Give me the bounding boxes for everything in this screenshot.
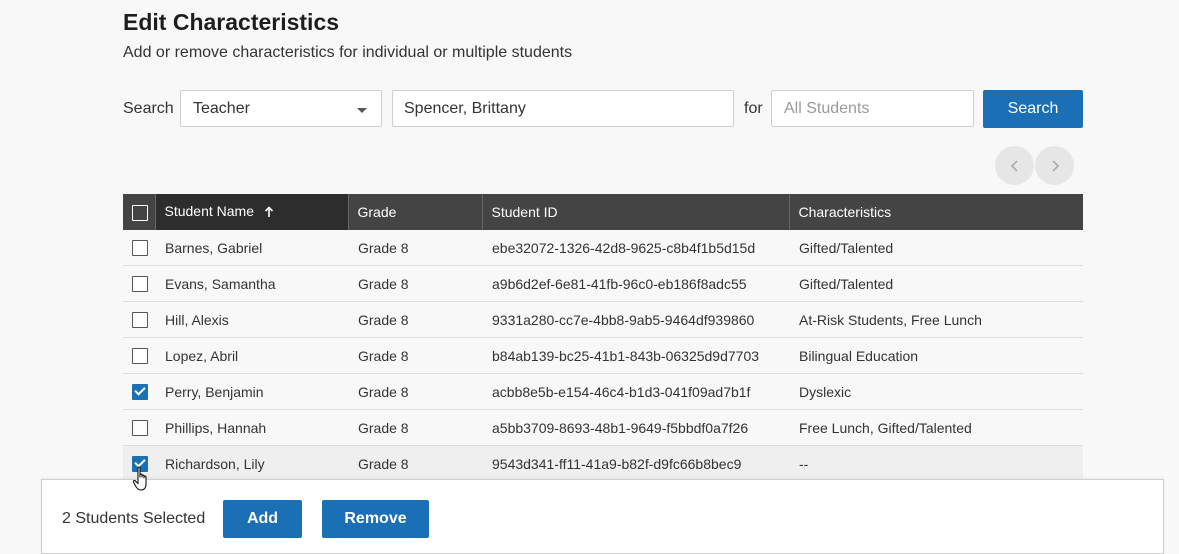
prev-page-button[interactable] [995,146,1034,185]
characteristics-cell: Dyslexic [789,373,1083,410]
for-label: for [744,100,763,117]
search-query-input[interactable] [392,90,734,127]
page-title: Edit Characteristics [123,9,340,35]
search-button[interactable]: Search [983,90,1083,128]
student-id-cell: 9543d341-ff11-41a9-b82f-d9fc66b8bec9 [482,445,789,482]
grade-cell: Grade 8 [348,373,482,410]
selection-action-bar: 2 Students Selected Add Remove [41,479,1164,554]
student-id-cell: a5bb3709-8693-48b1-9649-f5bbdf0a7f26 [482,409,789,446]
row-select-cell [123,265,155,302]
chevron-down-icon [357,108,367,113]
characteristics-cell: Gifted/Talented [789,230,1083,266]
header-grade[interactable]: Grade [347,194,482,230]
table-row[interactable]: Hill, Alexis Grade 8 9331a280-cc7e-4bb8-9a… [123,301,1083,338]
student-name-cell: Perry, Benjamin [155,373,348,410]
table-row[interactable]: Phillips, Hannah Grade 8 a5bb3709-8693-48b… [123,409,1083,446]
row-select-cell [123,337,155,374]
grade-cell: Grade 8 [348,301,482,338]
header-characteristics[interactable]: Characteristics [788,194,1083,230]
grade-cell: Grade 8 [348,230,482,266]
student-name-cell: Phillips, Hannah [155,409,348,446]
remove-button[interactable]: Remove [322,500,429,538]
student-id-cell: 9331a280-cc7e-4bb8-9ab5-9464df939860 [482,301,789,338]
chevron-left-icon [1010,159,1018,172]
row-select-cell [123,409,155,446]
grade-cell: Grade 8 [348,409,482,446]
next-page-button[interactable] [1035,146,1074,185]
row-checkbox[interactable] [132,240,148,257]
student-name-cell: Lopez, Abril [155,337,348,374]
student-name-cell: Richardson, Lily [155,445,348,482]
row-checkbox[interactable] [132,384,148,401]
row-select-cell [123,301,155,338]
characteristics-cell: Bilingual Education [789,337,1083,374]
row-checkbox[interactable] [132,348,148,365]
header-student-id[interactable]: Student ID [481,194,789,230]
search-type-value: Teacher [193,100,250,117]
student-id-cell: a9b6d2ef-6e81-41fb-96c0-eb186f8adc55 [482,265,789,302]
page-subtitle: Add or remove characteristics for indivi… [123,44,573,61]
select-all-header [123,194,155,230]
student-id-cell: ebe32072-1326-42d8-9625-c8b4f1b5d15d [482,230,789,266]
table-header-row: Student Name Grade Student ID Characteri… [123,194,1083,230]
row-select-cell [123,373,155,410]
student-name-cell: Evans, Samantha [155,265,348,302]
characteristics-cell: At-Risk Students, Free Lunch [789,301,1083,338]
table-row[interactable]: Evans, Samantha Grade 8 a9b6d2ef-6e81-41fb… [123,265,1083,302]
table-row[interactable]: Richardson, Lily Grade 8 9543d341-ff11-41a… [123,445,1083,482]
add-button[interactable]: Add [223,500,302,538]
row-checkbox[interactable] [132,276,148,293]
header-student-name[interactable]: Student Name [154,194,348,230]
sort-ascending-icon [264,205,274,221]
student-id-cell: acbb8e5b-e154-46c4-b1d3-041f09ad7b1f [482,373,789,410]
characteristics-cell: -- [789,445,1083,482]
student-name-cell: Hill, Alexis [155,301,348,338]
grade-cell: Grade 8 [348,445,482,482]
table-row[interactable]: Perry, Benjamin Grade 8 acbb8e5b-e154-46c4… [123,373,1083,410]
chevron-right-icon [1051,159,1059,172]
table-row[interactable]: Barnes, Gabriel Grade 8 ebe32072-1326-42d8… [123,230,1083,266]
characteristics-cell: Free Lunch, Gifted/Talented [789,409,1083,446]
row-checkbox[interactable] [132,420,148,437]
table-row[interactable]: Lopez, Abril Grade 8 b84ab139-bc25-41b1-84… [123,337,1083,374]
students-table: Student Name Grade Student ID Characteri… [123,194,1083,482]
student-id-cell: b84ab139-bc25-41b1-843b-06325d9d7703 [482,337,789,374]
grade-cell: Grade 8 [348,337,482,374]
row-select-cell [123,230,155,266]
students-filter-input[interactable] [771,90,974,127]
row-checkbox[interactable] [132,312,148,329]
header-student-name-label: Student Name [164,203,255,220]
select-all-checkbox[interactable] [132,204,148,221]
grade-cell: Grade 8 [348,265,482,302]
selected-count: 2 Students Selected [62,510,206,527]
hand-cursor-icon [132,466,147,491]
search-type-select[interactable]: Teacher [180,90,382,127]
characteristics-cell: Gifted/Talented [789,265,1083,302]
student-name-cell: Barnes, Gabriel [155,230,348,266]
search-label: Search [123,100,174,117]
